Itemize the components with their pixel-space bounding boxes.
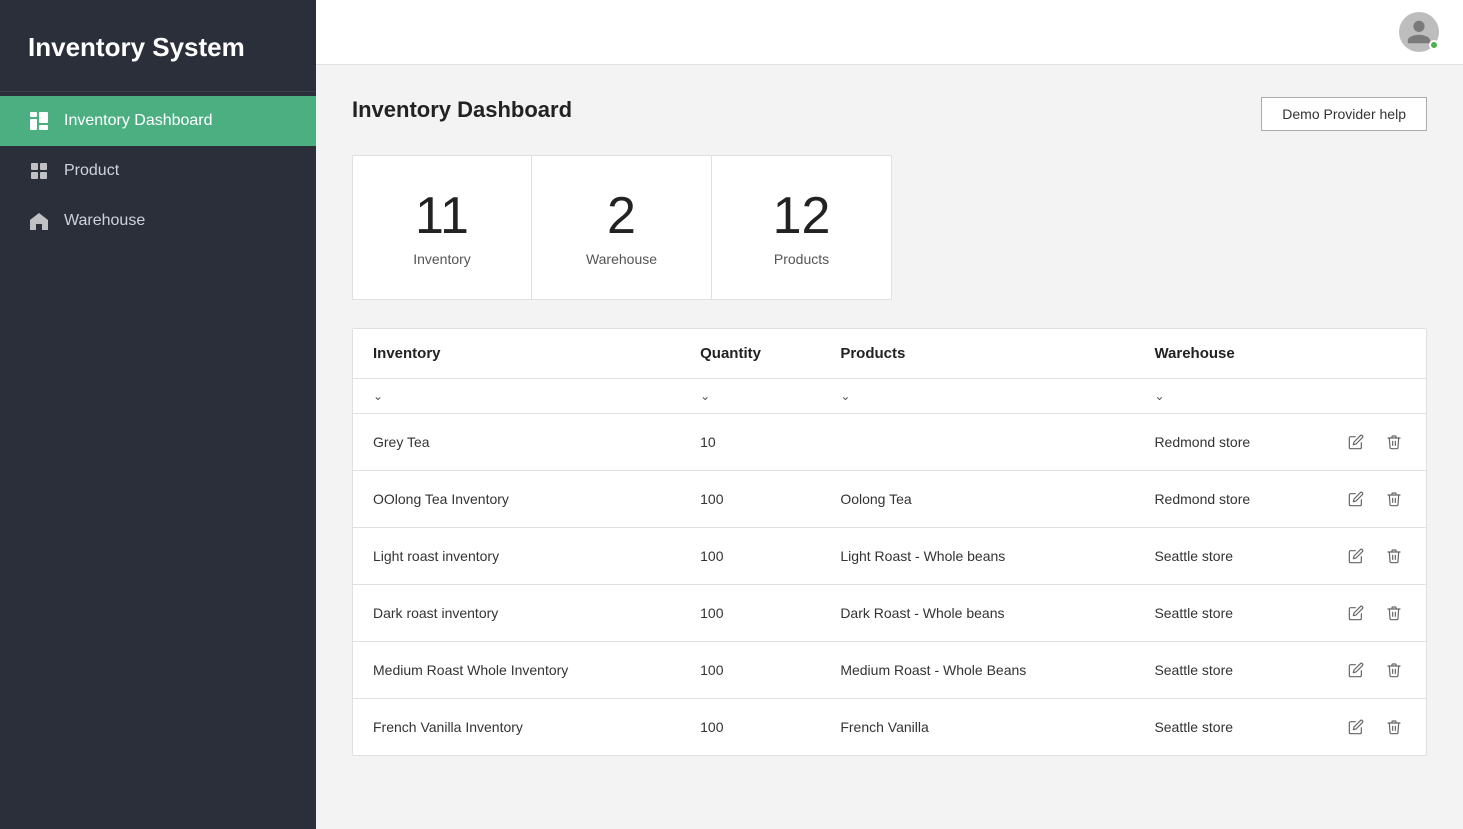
cell-inventory: Medium Roast Whole Inventory (353, 642, 680, 699)
col-header-inventory: Inventory (353, 329, 680, 379)
filter-dropdown-products[interactable]: ⌄ (840, 389, 1114, 403)
chevron-down-icon: ⌄ (1154, 389, 1164, 403)
delete-button[interactable] (1382, 717, 1406, 737)
sidebar-item-product[interactable]: Product (0, 146, 316, 196)
edit-button[interactable] (1344, 717, 1368, 737)
sidebar: Inventory System Inventory Dashboard (0, 0, 316, 829)
chevron-down-icon: ⌄ (373, 389, 383, 403)
page-header: Inventory Dashboard Demo Provider help (352, 97, 1427, 131)
content-area: Inventory Dashboard Demo Provider help 1… (316, 65, 1463, 829)
sidebar-item-product-label: Product (64, 162, 119, 180)
cell-inventory: Light roast inventory (353, 528, 680, 585)
edit-button[interactable] (1344, 603, 1368, 623)
cell-products: Dark Roast - Whole beans (820, 585, 1134, 642)
stat-number-warehouse: 2 (607, 188, 636, 245)
cell-inventory: Dark roast inventory (353, 585, 680, 642)
cell-inventory: French Vanilla Inventory (353, 699, 680, 756)
cell-warehouse: Redmond store (1134, 471, 1426, 528)
edit-button[interactable] (1344, 546, 1368, 566)
dashboard-icon (28, 110, 50, 132)
inventory-table: Inventory Quantity Products (353, 329, 1426, 755)
table-header-row: Inventory Quantity Products (353, 329, 1426, 379)
sidebar-nav: Inventory Dashboard Product Warehouse (0, 92, 316, 246)
stat-card-inventory: 11 Inventory (352, 155, 532, 300)
avatar-container[interactable] (1399, 12, 1439, 52)
cell-quantity: 10 (680, 414, 820, 471)
cell-quantity: 100 (680, 585, 820, 642)
cell-warehouse: Redmond store (1134, 414, 1426, 471)
cell-quantity: 100 (680, 699, 820, 756)
warehouse-name: Redmond store (1154, 491, 1250, 507)
table-row: French Vanilla Inventory100French Vanill… (353, 699, 1426, 756)
page-title: Inventory Dashboard (352, 97, 572, 123)
product-icon (28, 160, 50, 182)
app-title: Inventory System (0, 0, 316, 92)
stat-number-products: 12 (773, 188, 831, 245)
table-body: Grey Tea10Redmond storeOOlong Tea Invent… (353, 414, 1426, 756)
avatar-status-indicator (1429, 40, 1439, 50)
main-content: Inventory Dashboard Demo Provider help 1… (316, 0, 1463, 829)
warehouse-name: Seattle store (1154, 719, 1233, 735)
sidebar-item-warehouse[interactable]: Warehouse (0, 196, 316, 246)
cell-quantity: 100 (680, 471, 820, 528)
cell-quantity: 100 (680, 528, 820, 585)
filter-dropdown-inventory[interactable]: ⌄ (373, 389, 660, 403)
stat-label-inventory: Inventory (413, 251, 471, 267)
delete-button[interactable] (1382, 432, 1406, 452)
delete-button[interactable] (1382, 546, 1406, 566)
stat-card-warehouse: 2 Warehouse (532, 155, 712, 300)
cell-warehouse: Seattle store (1134, 642, 1426, 699)
cell-products: French Vanilla (820, 699, 1134, 756)
table-row: Medium Roast Whole Inventory100Medium Ro… (353, 642, 1426, 699)
stats-row: 11 Inventory 2 Warehouse 12 Products (352, 155, 1427, 300)
cell-inventory: Grey Tea (353, 414, 680, 471)
delete-button[interactable] (1382, 489, 1406, 509)
table-row: Dark roast inventory100Dark Roast - Whol… (353, 585, 1426, 642)
warehouse-name: Seattle store (1154, 605, 1233, 621)
col-header-products: Products (820, 329, 1134, 379)
filter-cell-inventory: ⌄ (353, 379, 680, 414)
chevron-down-icon: ⌄ (840, 389, 850, 403)
filter-dropdown-quantity[interactable]: ⌄ (700, 389, 800, 403)
filter-cell-quantity: ⌄ (680, 379, 820, 414)
cell-products: Light Roast - Whole beans (820, 528, 1134, 585)
cell-warehouse: Seattle store (1134, 699, 1426, 756)
table-filter-row: ⌄ ⌄ ⌄ (353, 379, 1426, 414)
delete-button[interactable] (1382, 660, 1406, 680)
sidebar-item-warehouse-label: Warehouse (64, 212, 145, 230)
delete-button[interactable] (1382, 603, 1406, 623)
stat-number-inventory: 11 (415, 188, 469, 245)
top-bar (316, 0, 1463, 65)
filter-cell-products: ⌄ (820, 379, 1134, 414)
warehouse-name: Redmond store (1154, 434, 1250, 450)
inventory-table-container: Inventory Quantity Products (352, 328, 1427, 756)
cell-warehouse: Seattle store (1134, 528, 1426, 585)
cell-warehouse: Seattle store (1134, 585, 1426, 642)
edit-button[interactable] (1344, 432, 1368, 452)
warehouse-icon (28, 210, 50, 232)
warehouse-name: Seattle store (1154, 548, 1233, 564)
edit-button[interactable] (1344, 660, 1368, 680)
stat-card-products: 12 Products (712, 155, 892, 300)
table-row: OOlong Tea Inventory100Oolong Tea Redmond… (353, 471, 1426, 528)
cell-products (820, 414, 1134, 471)
help-button[interactable]: Demo Provider help (1261, 97, 1427, 131)
sidebar-item-dashboard[interactable]: Inventory Dashboard (0, 96, 316, 146)
cell-products: Oolong Tea (820, 471, 1134, 528)
chevron-down-icon: ⌄ (700, 389, 710, 403)
edit-button[interactable] (1344, 489, 1368, 509)
cell-products: Medium Roast - Whole Beans (820, 642, 1134, 699)
stat-label-warehouse: Warehouse (586, 251, 657, 267)
warehouse-name: Seattle store (1154, 662, 1233, 678)
table-row: Light roast inventory100Light Roast - Wh… (353, 528, 1426, 585)
filter-dropdown-warehouse[interactable]: ⌄ (1154, 389, 1406, 403)
filter-cell-warehouse: ⌄ (1134, 379, 1426, 414)
col-header-warehouse: Warehouse (1134, 329, 1426, 379)
col-header-quantity: Quantity (680, 329, 820, 379)
sidebar-item-dashboard-label: Inventory Dashboard (64, 112, 213, 130)
cell-inventory: OOlong Tea Inventory (353, 471, 680, 528)
stat-label-products: Products (774, 251, 829, 267)
table-row: Grey Tea10 Redmond store (353, 414, 1426, 471)
cell-quantity: 100 (680, 642, 820, 699)
